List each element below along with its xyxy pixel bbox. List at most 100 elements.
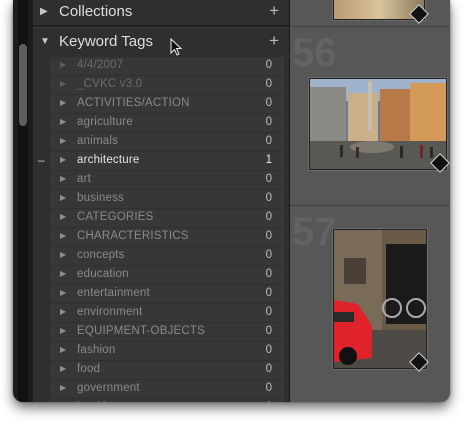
triangle-right-icon[interactable]: ▶ bbox=[40, 6, 48, 17]
keyword-count: 0 bbox=[265, 211, 272, 223]
keyword-row[interactable]: ▶ food 0 bbox=[50, 361, 284, 380]
disabled-triangle-icon: ▶ bbox=[60, 79, 67, 88]
expand-triangle-icon[interactable]: ▶ bbox=[60, 155, 66, 164]
collections-title: Collections bbox=[59, 3, 133, 20]
keyword-count: 0 bbox=[265, 363, 272, 375]
keyword-count: 0 bbox=[265, 173, 272, 185]
expand-triangle-icon[interactable]: ▶ bbox=[60, 136, 66, 145]
left-panel-scrollbar[interactable] bbox=[18, 0, 28, 402]
keyword-row[interactable]: ▶ animals 0 bbox=[50, 133, 284, 152]
keyword-count: 1 bbox=[265, 154, 272, 166]
add-keyword-button[interactable]: + bbox=[269, 31, 279, 51]
keyword-list: ▶ 4/4/2007 0 ▶ _CVKC v3.0 0 ▶ ACTIVITIES/ACTION… bbox=[38, 57, 284, 402]
keyword-row[interactable]: ▶ fashion 0 bbox=[50, 342, 284, 361]
photo-thumbnail[interactable] bbox=[309, 78, 447, 170]
keyword-name: education bbox=[77, 268, 129, 280]
keyword-name: entertainment bbox=[77, 287, 150, 299]
keyword-name: EQUIPMENT-OBJECTS bbox=[77, 325, 205, 337]
keyword-name: architecture bbox=[77, 154, 140, 166]
expand-triangle-icon[interactable]: ▶ bbox=[60, 250, 66, 259]
keyword-count: 0 bbox=[266, 401, 272, 402]
keyword-row[interactable]: ▶ concepts 0 bbox=[50, 247, 284, 266]
keyword-name: 4/4/2007 bbox=[77, 59, 124, 71]
disabled-triangle-icon: ▶ bbox=[60, 60, 67, 69]
keyword-row[interactable]: ▶ business 0 bbox=[50, 190, 284, 209]
collections-header[interactable]: ▶ Collections + bbox=[33, 0, 289, 26]
expand-triangle-icon[interactable]: ▶ bbox=[60, 269, 66, 278]
triangle-down-icon[interactable]: ▼ bbox=[40, 36, 50, 47]
keyword-count: 0 bbox=[265, 97, 272, 109]
keyword-count: 0 bbox=[265, 116, 272, 128]
keyword-count: 0 bbox=[265, 306, 272, 318]
grid-cell[interactable]: 56 bbox=[290, 27, 450, 206]
keyword-row[interactable]: ▶ environment 0 bbox=[50, 304, 284, 323]
keyword-count: 0 bbox=[265, 325, 272, 337]
keyword-name: concepts bbox=[77, 249, 125, 261]
keyword-name: agriculture bbox=[77, 116, 133, 128]
expand-triangle-icon[interactable]: ▶ bbox=[60, 174, 66, 183]
expand-triangle-icon[interactable]: ▶ bbox=[60, 193, 66, 202]
expand-triangle-icon[interactable]: ▶ bbox=[60, 307, 66, 316]
photo-thumbnail[interactable] bbox=[333, 229, 427, 369]
keyword-tags-title: Keyword Tags bbox=[59, 33, 153, 50]
keyword-row[interactable]: ▶ ACTIVITIES/ACTION 0 bbox=[50, 95, 284, 114]
keyword-row[interactable]: ▶ EQUIPMENT-OBJECTS 0 bbox=[50, 323, 284, 342]
keyword-count: 0 bbox=[265, 382, 272, 394]
keyword-count: 0 bbox=[265, 344, 272, 356]
keyword-row[interactable]: ▶ agriculture 0 bbox=[50, 114, 284, 133]
keyword-name: food bbox=[77, 363, 101, 375]
red-car-photo bbox=[334, 230, 426, 368]
expand-triangle-icon[interactable]: ▶ bbox=[60, 98, 66, 107]
keyword-name: health bbox=[77, 401, 110, 402]
keyword-name: business bbox=[77, 192, 124, 204]
keyword-count: 0 bbox=[265, 287, 272, 299]
keyword-count: 0 bbox=[265, 268, 272, 280]
expand-triangle-icon[interactable]: ▶ bbox=[60, 383, 66, 392]
keyword-name: ACTIVITIES/ACTION bbox=[77, 97, 190, 109]
lightroom-window: ▶ Collections + ▼ Keyword Tags + ▶ 4/4/20… bbox=[13, 0, 450, 402]
cell-index: 57 bbox=[292, 210, 337, 254]
keyword-count: 0 bbox=[265, 230, 272, 242]
cell-index: 56 bbox=[292, 31, 337, 75]
keyword-name: CATEGORIES bbox=[77, 211, 154, 223]
keyword-name: animals bbox=[77, 135, 119, 147]
keyword-name: government bbox=[77, 382, 140, 394]
grid-cell[interactable] bbox=[290, 0, 450, 27]
keyword-row[interactable]: ▶ education 0 bbox=[50, 266, 284, 285]
keyword-row[interactable]: – ▶ architecture 1 bbox=[38, 152, 284, 171]
section-divider bbox=[33, 25, 289, 28]
keyword-row[interactable]: ▶ CATEGORIES 0 bbox=[50, 209, 284, 228]
expand-triangle-icon[interactable]: ▶ bbox=[60, 364, 66, 373]
expand-triangle-icon[interactable]: ▶ bbox=[60, 231, 66, 240]
keyword-count: 0 bbox=[265, 78, 272, 90]
keyword-name: art bbox=[77, 173, 92, 185]
keyword-row[interactable]: ▶ 4/4/2007 0 bbox=[50, 57, 284, 76]
keyword-name: CHARACTERISTICS bbox=[77, 230, 189, 242]
keyword-count: 0 bbox=[265, 135, 272, 147]
applied-keyword-marker: – bbox=[38, 153, 45, 167]
keyword-row[interactable]: ▶ entertainment 0 bbox=[50, 285, 284, 304]
keyword-tags-header[interactable]: ▼ Keyword Tags + bbox=[33, 30, 289, 56]
keyword-panel: ▶ Collections + ▼ Keyword Tags + ▶ 4/4/20… bbox=[33, 0, 290, 402]
keyword-row[interactable]: ▶ CHARACTERISTICS 0 bbox=[50, 228, 284, 247]
keyword-row[interactable]: ▶ government 0 bbox=[50, 380, 284, 399]
keyword-name: environment bbox=[77, 306, 143, 318]
add-collection-button[interactable]: + bbox=[269, 1, 279, 21]
grid-cell[interactable]: 57 bbox=[290, 206, 450, 402]
keyword-count: 0 bbox=[265, 192, 272, 204]
keyword-count: 0 bbox=[265, 59, 272, 71]
expand-triangle-icon[interactable]: ▶ bbox=[60, 288, 66, 297]
keyword-name: _CVKC v3.0 bbox=[77, 78, 143, 90]
keyword-count: 0 bbox=[265, 249, 272, 261]
expand-triangle-icon[interactable]: ▶ bbox=[60, 212, 66, 221]
keyword-name: fashion bbox=[77, 344, 116, 356]
keyword-row[interactable]: ▶ art 0 bbox=[50, 171, 284, 190]
expand-triangle-icon[interactable]: ▶ bbox=[60, 345, 66, 354]
mouse-cursor-icon bbox=[170, 38, 183, 56]
scrollbar-thumb[interactable] bbox=[19, 44, 27, 126]
piazza-photo bbox=[310, 79, 446, 169]
expand-triangle-icon[interactable]: ▶ bbox=[60, 326, 66, 335]
expand-triangle-icon[interactable]: ▶ bbox=[60, 117, 66, 126]
keyword-row[interactable]: ▶ _CVKC v3.0 0 bbox=[50, 76, 284, 95]
keyword-row[interactable]: ▶health0 bbox=[50, 399, 284, 402]
